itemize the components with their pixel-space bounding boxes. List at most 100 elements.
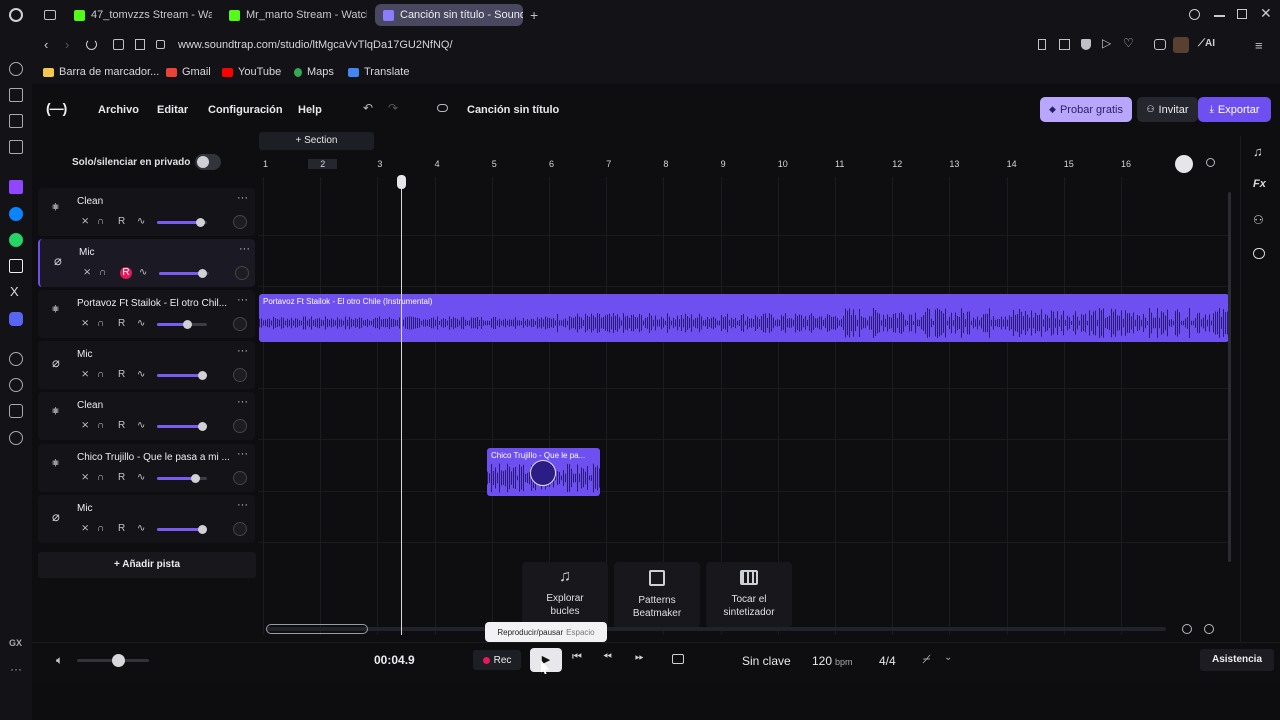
mute-icon[interactable]: ⨯	[81, 216, 89, 227]
headphones-icon[interactable]: ∩	[97, 523, 104, 534]
bookmark-youtube[interactable]: YouTube	[222, 66, 281, 78]
tab-overview-icon[interactable]	[44, 10, 56, 20]
ruler-bar-number[interactable]: 14	[1007, 159, 1017, 169]
mute-icon[interactable]: ⨯	[81, 420, 89, 431]
volume-knob[interactable]	[198, 422, 207, 431]
volume-knob[interactable]	[198, 525, 207, 534]
reload-icon[interactable]	[86, 39, 97, 50]
track-name[interactable]: Chico Trujillo - Que le pasa a mi ...	[77, 452, 237, 463]
automation-icon[interactable]: ∿	[137, 472, 145, 483]
tuner-icon[interactable]: ⌿	[922, 652, 929, 667]
ruler-bar-number[interactable]: 9	[721, 159, 726, 169]
master-volume-slider[interactable]	[77, 654, 149, 667]
pan-knob[interactable]	[233, 317, 247, 331]
track-lane[interactable]	[259, 338, 1229, 389]
track-name[interactable]: Mic	[77, 503, 237, 514]
ruler-bar-number[interactable]: 4	[435, 159, 440, 169]
track-lane[interactable]	[259, 441, 1229, 492]
key-selector[interactable]: Sin clave	[742, 654, 791, 668]
history-icon[interactable]	[9, 62, 23, 76]
music-note-icon[interactable]: ♫	[1253, 144, 1263, 159]
extensions-icon[interactable]	[9, 404, 23, 418]
play-synth-card[interactable]: Tocar el sintetizador	[706, 562, 792, 628]
add-section-button[interactable]: + Section	[259, 132, 374, 150]
news-icon[interactable]	[9, 114, 23, 128]
pin-icon[interactable]	[1038, 39, 1046, 50]
send-icon[interactable]: ▷	[1102, 36, 1111, 50]
track-more-icon[interactable]: ···	[237, 192, 248, 204]
automation-icon[interactable]: ∿	[137, 420, 145, 431]
help-button[interactable]: Asistencia	[1200, 649, 1274, 671]
ruler-bar-number[interactable]: 3	[377, 159, 382, 169]
page-icon[interactable]	[135, 39, 145, 50]
volume-knob[interactable]	[195, 218, 205, 227]
mute-icon[interactable]: ⨯	[83, 267, 91, 278]
mute-icon[interactable]: ⨯	[81, 523, 89, 534]
audio-region-portavoz[interactable]: Portavoz Ft Stailok - El otro Chile (Ins…	[259, 294, 1229, 342]
mail-icon[interactable]	[9, 140, 23, 154]
track-volume-slider[interactable]	[157, 525, 207, 534]
track-name[interactable]: Clean	[77, 400, 237, 411]
track-name[interactable]: Clean	[77, 196, 237, 207]
menu-configuracion[interactable]: Configuración	[208, 104, 283, 116]
discord-icon[interactable]	[9, 312, 23, 326]
track-volume-slider[interactable]	[159, 269, 209, 278]
track-row[interactable]: ıı|ıı Clean ··· ⨯ ∩ R ∿	[38, 392, 255, 440]
ruler-bar-number[interactable]: 7	[606, 159, 611, 169]
menu-editar[interactable]: Editar	[157, 104, 188, 116]
automation-icon[interactable]: ∿	[137, 369, 145, 380]
automation-icon[interactable]: ∿	[137, 216, 145, 227]
mute-icon[interactable]: ⨯	[81, 472, 89, 483]
snapshot-icon[interactable]	[1059, 39, 1070, 50]
ruler-bar-number[interactable]: 6	[549, 159, 554, 169]
ruler-bar-number[interactable]: 15	[1064, 159, 1074, 169]
volume-knob[interactable]	[190, 474, 200, 483]
horizontal-scrollbar-thumb[interactable]	[266, 624, 368, 634]
headphones-icon[interactable]: ∩	[99, 267, 106, 278]
browser-tab-1[interactable]: 47_tomvzzs Stream - Watch	[66, 4, 212, 26]
shopping-icon[interactable]	[9, 88, 23, 102]
headphones-icon[interactable]: ∩	[97, 369, 104, 380]
opera-logo-icon[interactable]	[9, 8, 23, 22]
chevron-down-icon[interactable]: ⌄	[944, 652, 952, 663]
more-icon[interactable]: ···	[10, 662, 22, 676]
automation-icon[interactable]: ∿	[137, 318, 145, 329]
audio-region-chico-trujillo[interactable]: Chico Trujillo - Que le pa...	[487, 448, 600, 496]
browser-tab-2[interactable]: Mr_marto Stream - Watch	[221, 4, 367, 26]
bpm-value[interactable]: 120	[812, 654, 832, 668]
track-more-icon[interactable]: ···	[239, 243, 250, 255]
track-row[interactable]: ⌀ Mic ··· ⨯ ∩ R ∿	[38, 239, 255, 287]
timeline-settings-icon[interactable]	[1206, 158, 1215, 167]
vertical-scrollbar[interactable]	[1228, 192, 1231, 562]
explore-loops-card[interactable]: ♫ Explorar bucles	[522, 562, 608, 628]
ruler-bar-number[interactable]: 2	[308, 159, 338, 169]
whatsapp-icon[interactable]	[9, 233, 23, 247]
chat-icon[interactable]	[1253, 248, 1265, 259]
track-volume-slider[interactable]	[157, 218, 207, 227]
ruler-bar-number[interactable]: 16	[1121, 159, 1131, 169]
ruler-bar-number[interactable]: 11	[835, 159, 844, 169]
heart-icon[interactable]: ♡	[1123, 36, 1134, 50]
headphones-icon[interactable]: ∩	[97, 472, 104, 483]
fx-button[interactable]: Fx	[1253, 178, 1266, 190]
solo-private-toggle[interactable]	[195, 154, 221, 170]
cloud-save-icon[interactable]	[437, 104, 448, 112]
rec-arm-button[interactable]: R	[118, 472, 125, 483]
browser-tab-3[interactable]: Canción sin título - Soundt	[375, 4, 523, 26]
patterns-beatmaker-card[interactable]: Patterns Beatmaker	[614, 562, 700, 628]
pan-knob[interactable]	[233, 522, 247, 536]
ruler-bar-number[interactable]: 5	[492, 159, 497, 169]
mute-icon[interactable]: ⨯	[81, 369, 89, 380]
automation-icon[interactable]: ∿	[139, 267, 147, 278]
track-row[interactable]: ıı|ıı Portavoz Ft Stailok - El otro Chil.…	[38, 290, 255, 338]
screenshot-icon[interactable]	[113, 39, 124, 50]
new-tab-button[interactable]: +	[530, 7, 538, 23]
track-row[interactable]: ⌀ Mic ··· ⨯ ∩ R ∿	[38, 341, 255, 389]
zoom-in-icon[interactable]	[1182, 624, 1192, 634]
menu-icon[interactable]: ≡	[1255, 38, 1263, 53]
track-name[interactable]: Mic	[79, 247, 239, 258]
track-name[interactable]: Mic	[77, 349, 237, 360]
pan-knob[interactable]	[233, 215, 247, 229]
bookmark-folder[interactable]: Barra de marcador...	[43, 66, 159, 78]
bookmark-maps[interactable]: Maps	[294, 66, 334, 78]
